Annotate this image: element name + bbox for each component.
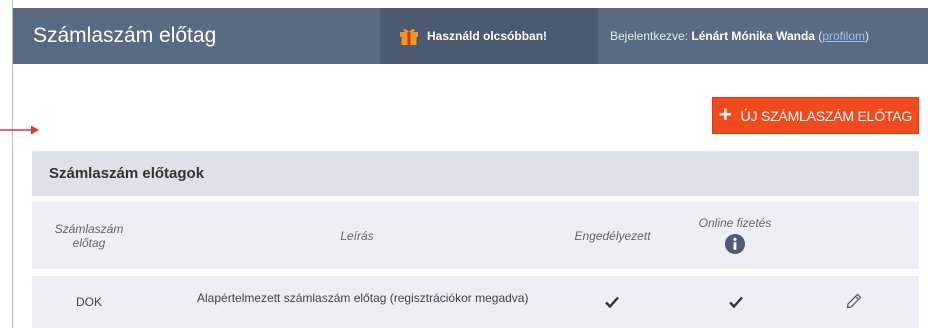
app-header: Számlaszám előtag Használd olcsóbban! Be… — [13, 8, 928, 64]
table-row[interactable]: DOK Alapértelmezett számlaszám előtag (r… — [32, 276, 919, 328]
new-prefix-button[interactable]: + ÚJ SZÁMLASZÁM ELŐTAG — [712, 97, 919, 134]
login-user-name: Lénárt Mónika Wanda — [691, 29, 815, 43]
login-info: Bejelentkezve: Lénárt Mónika Wanda (prof… — [610, 29, 869, 43]
column-header-online-payment-label: Online fizetés — [698, 216, 772, 230]
promo-button[interactable]: Használd olcsóbban! — [380, 8, 598, 64]
column-header-enabled: Engedélyezett — [574, 229, 651, 243]
panel-title: Számlaszám előtagok — [49, 165, 205, 182]
row-prefix: DOK — [75, 295, 102, 309]
column-header-online-payment: Online fizetés — [685, 216, 785, 254]
table-header: Számlaszám előtag Leírás Engedélyezett O… — [32, 202, 919, 269]
row-description: Alapértelmezett számlaszám előtag (regis… — [197, 291, 529, 305]
column-header-description: Leírás — [340, 229, 374, 243]
arrow-right-icon — [0, 125, 39, 135]
check-icon — [729, 296, 743, 308]
panel-header: Számlaszám előtagok — [32, 151, 919, 196]
page-title: Számlaszám előtag — [33, 24, 217, 47]
info-icon[interactable] — [725, 234, 745, 254]
top-strip — [0, 0, 928, 8]
new-prefix-button-label: ÚJ SZÁMLASZÁM ELŐTAG — [740, 107, 913, 124]
plus-icon: + — [718, 101, 732, 127]
gift-icon — [399, 26, 419, 46]
profile-link[interactable]: profilom — [822, 29, 865, 43]
promo-label: Használd olcsóbban! — [427, 29, 548, 43]
pencil-icon[interactable] — [846, 293, 862, 309]
login-prefix: Bejelentkezve: — [610, 29, 692, 43]
check-icon — [605, 296, 619, 308]
column-header-prefix: Számlaszám előtag — [54, 222, 124, 250]
